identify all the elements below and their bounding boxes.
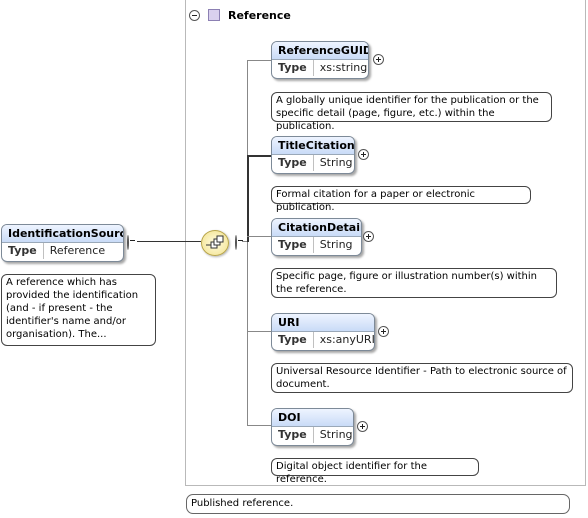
type-key: Type bbox=[2, 243, 44, 259]
element-box-uri[interactable]: URI Type xs:anyURI bbox=[271, 313, 375, 351]
element-type: Type xs:anyURI bbox=[272, 332, 374, 348]
branch-line-titlecitation bbox=[247, 155, 271, 157]
sequence-glyph-icon bbox=[206, 235, 224, 249]
group-title: Reference bbox=[228, 8, 291, 22]
element-name: DOI bbox=[272, 409, 353, 427]
element-box-citationdetail[interactable]: CitationDetail Type String bbox=[271, 218, 362, 256]
element-name: TitleCitation bbox=[272, 137, 354, 155]
branch-line-doi bbox=[247, 425, 271, 426]
root-element-name: IdentificationSource bbox=[2, 225, 123, 243]
expand-icon[interactable] bbox=[363, 231, 374, 242]
element-doc-uri: Universal Resource Identifier - Path to … bbox=[271, 363, 573, 393]
sequence-compositor-icon[interactable] bbox=[201, 230, 229, 256]
element-type: Type String bbox=[272, 155, 354, 171]
expand-icon[interactable] bbox=[357, 421, 368, 432]
element-type: Type String bbox=[272, 427, 353, 443]
type-value: String bbox=[319, 238, 353, 251]
complex-type-icon bbox=[208, 9, 220, 21]
group-doc: Published reference. bbox=[186, 494, 570, 514]
root-element-type: Type Reference bbox=[2, 243, 123, 259]
type-key: Type bbox=[272, 427, 314, 443]
sequence-trunk-line bbox=[247, 60, 248, 425]
element-doc-doi: Digital object identifier for the refere… bbox=[271, 458, 479, 485]
expand-icon[interactable] bbox=[378, 326, 389, 337]
expand-icon[interactable] bbox=[358, 149, 369, 160]
type-value: xs:anyURI bbox=[319, 333, 375, 346]
root-element-box[interactable]: IdentificationSource Type Reference bbox=[1, 224, 124, 262]
type-key: Type bbox=[272, 155, 314, 171]
element-type: Type String bbox=[272, 237, 361, 253]
reference-group-header: Reference bbox=[189, 6, 291, 24]
type-key: Type bbox=[272, 60, 314, 76]
root-element-doc: A reference which has provided the ident… bbox=[1, 274, 156, 346]
branch-line-referenceguid bbox=[247, 60, 271, 61]
element-box-titlecitation[interactable]: TitleCitation Type String bbox=[271, 136, 355, 174]
root-connector-line bbox=[137, 241, 201, 242]
element-doc-referenceguid: A globally unique identifier for the pub… bbox=[271, 92, 552, 132]
branch-trunk-titlecitation bbox=[247, 155, 249, 242]
element-name: URI bbox=[272, 314, 374, 332]
type-value: String bbox=[319, 156, 353, 169]
group-collapse-icon[interactable] bbox=[189, 9, 200, 21]
element-doc-citationdetail: Specific page, figure or illustration nu… bbox=[271, 268, 557, 298]
type-key: Type bbox=[272, 237, 314, 253]
branch-line-uri bbox=[247, 331, 271, 332]
root-collapse-icon[interactable] bbox=[127, 235, 129, 250]
element-name: CitationDetail bbox=[272, 219, 361, 237]
sequence-collapse-icon[interactable] bbox=[235, 235, 237, 250]
reference-group-frame bbox=[185, 0, 586, 486]
element-doc-titlecitation: Formal citation for a paper or electroni… bbox=[271, 186, 531, 213]
element-box-referenceguid[interactable]: ReferenceGUID Type xs:string bbox=[271, 41, 369, 79]
type-value: xs:string bbox=[319, 61, 368, 74]
element-name: ReferenceGUID bbox=[272, 42, 368, 60]
expand-icon[interactable] bbox=[373, 54, 384, 65]
element-box-doi[interactable]: DOI Type String bbox=[271, 408, 354, 446]
type-value: Reference bbox=[49, 244, 106, 257]
element-type: Type xs:string bbox=[272, 60, 368, 76]
branch-line-citationdetail bbox=[247, 236, 271, 237]
type-value: String bbox=[319, 428, 353, 441]
type-key: Type bbox=[272, 332, 314, 348]
